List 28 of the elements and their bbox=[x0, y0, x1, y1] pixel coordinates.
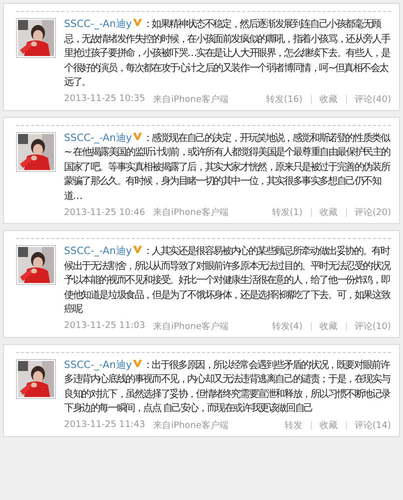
post-time: 2013-11-25 10:35 bbox=[64, 94, 146, 104]
post-text: SSCC-_-An迪y ：出于很多原因，所以经常会遇到些矛盾的状况，既要对眼前许多违背内心底线的事视而不见，内心却又无法违背逃离自己的谴责；于是，在现实与良知的对抗下，虽然选择了妥协，但情绪终究需要宣泄和释放，所以习惯不断地记录下身边的每一瞬间，点点 自己安心，而现在或许我更该做回自己 bbox=[64, 358, 391, 416]
action-link[interactable]: 评论(40) bbox=[354, 92, 391, 106]
author-link[interactable]: SSCC-_-An迪y bbox=[64, 246, 132, 257]
post-text: SSCC-_-An迪y ：感觉现在自己的决定，开玩笑地说，感觉和斯诺登的性质类似~ 在他揭露美国的监听计划前，或许所有人都觉得美国是个最尊重自由最保护民主的国家了吧。等事实真相被揭露了后，其实大家才恍然，原来只是被过于完善的伪装所蒙骗了那么久。有时候，身为目睹一切的其中一位，其实很多事实多想自己仍不知道… bbox=[64, 132, 391, 204]
action-link[interactable]: 转发 bbox=[284, 418, 303, 432]
action-link[interactable]: 转发(16) bbox=[266, 92, 303, 106]
author-link[interactable]: SSCC-_-An迪y bbox=[64, 132, 132, 144]
source-link[interactable]: 来自iPhone客户端 bbox=[153, 92, 228, 106]
action-link[interactable]: 收藏 bbox=[320, 320, 338, 332]
post-time: 2013-11-25 10:46 bbox=[64, 208, 146, 218]
author-link[interactable]: SSCC-_-An迪y bbox=[64, 19, 132, 30]
post-text: SSCC-_-An迪y ：如果精神状态不稳定，然后逐渐发展到连自己小孩都毫无顾忌，无故情绪发作失控的时候，在小孩面前发疯似的嘶吼，指着小孩骂，还从旁人手里抢过孩子要拼命，小孩被吓哭…实在是让人大开眼界，怎么继续下去。有些人，是个很好的演员，每次都在攻于心计之后的又装作一个弱者博同情，呵~但真相不会太远了。 bbox=[64, 18, 391, 90]
post-time: 2013-11-25 11:03 bbox=[64, 321, 146, 331]
action-link[interactable]: 收藏 bbox=[320, 418, 338, 432]
source-link[interactable]: 来自iPhone客户端 bbox=[153, 320, 228, 332]
post-time: 2013-11-25 11:43 bbox=[64, 420, 146, 430]
action-link[interactable]: 评论(14) bbox=[354, 418, 391, 432]
author-link[interactable]: SSCC-_-An迪y bbox=[64, 360, 132, 370]
post-text: SSCC-_-An迪y ：人其实还是很容易被内心的某些顾忌所牵动做出妥协的。有时候出于无法割舍，所以从而导致了对眼前许多原本无法过目的、平时无法忍受的状况予以本能的视而不见和接受。好比一个对健康生活很在意的人，给了他一份炸鸡，即使他知道是垃圾食品，但是为了不饿坏身体，还是选择张嘴吃了下去。可，如果这致癌呢 bbox=[64, 245, 391, 317]
action-link[interactable]: 评论(10) bbox=[354, 320, 391, 332]
source-link[interactable]: 来自iPhone客户端 bbox=[153, 206, 228, 219]
action-link[interactable]: 收藏 bbox=[320, 206, 338, 219]
action-link[interactable]: 收藏 bbox=[320, 92, 338, 106]
source-link[interactable]: 来自iPhone客户端 bbox=[153, 418, 228, 432]
action-link[interactable]: 转发(4) bbox=[272, 320, 303, 332]
action-link[interactable]: 评论(20) bbox=[354, 206, 391, 219]
action-link[interactable]: 转发(1) bbox=[272, 206, 303, 219]
